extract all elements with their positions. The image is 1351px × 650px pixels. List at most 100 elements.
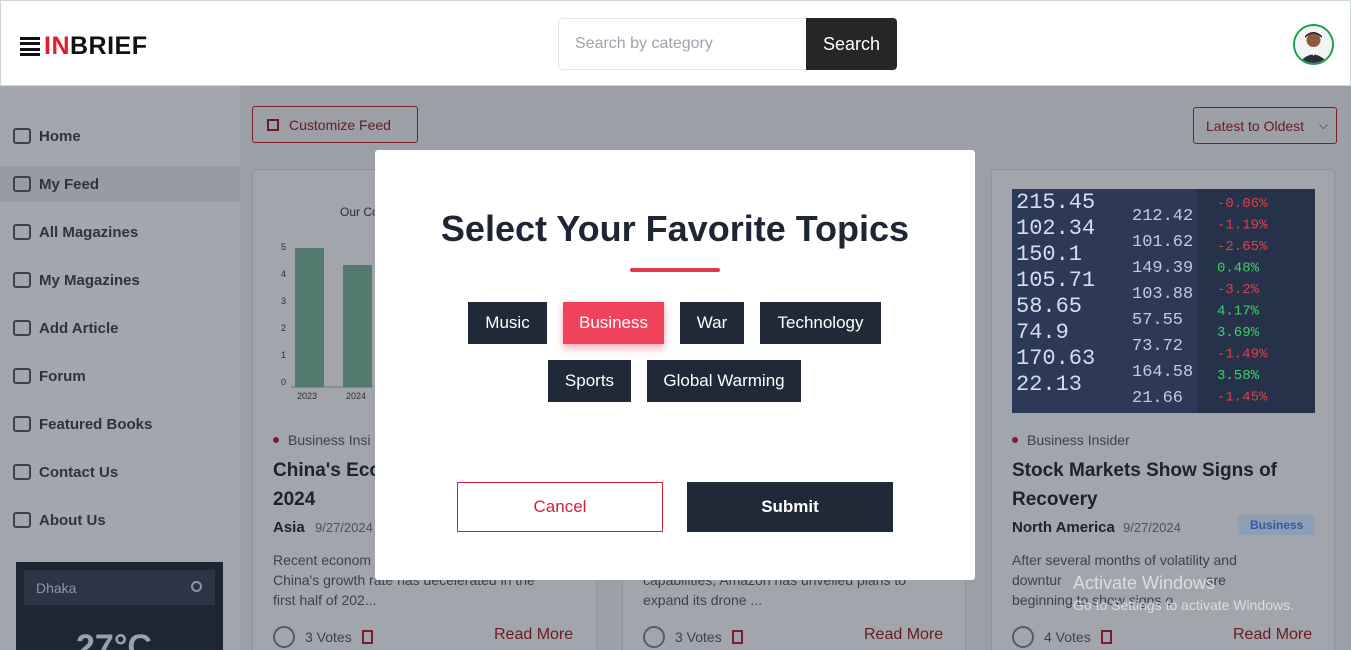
upvote-icon[interactable] (1012, 626, 1034, 648)
article-date: 9/27/2024 (1123, 520, 1181, 535)
ticker-change: 0.48% (1217, 261, 1260, 277)
add-article-icon (13, 320, 31, 336)
temperature: 27°C (76, 628, 152, 650)
cancel-button[interactable]: Cancel (457, 482, 663, 532)
topic-war[interactable]: War (680, 302, 744, 344)
sidebar-item-my-magazines[interactable]: My Magazines (0, 262, 240, 298)
read-more-link[interactable]: Read More (494, 626, 573, 644)
ticker-change: -3.2% (1217, 282, 1260, 298)
logo-bars-icon (20, 36, 40, 57)
phone-icon (13, 464, 31, 480)
upvote-icon[interactable] (273, 626, 295, 648)
ticker-price: 58.65 (1016, 294, 1082, 319)
vote-section: 4 Votes (1012, 626, 1112, 648)
article-date: 9/27/2024 (315, 520, 373, 535)
modal-title: Select Your Favorite Topics (440, 208, 910, 249)
weather-widget: Dhaka 27°C (16, 562, 223, 650)
search-button[interactable]: Search (806, 18, 897, 70)
ticker-price: 164.58 (1132, 363, 1193, 382)
ticker-change: -2.65% (1217, 239, 1268, 255)
windows-activation-hint: Go to Settings to activate Windows. (1073, 597, 1294, 613)
ticker-price: 74.9 (1016, 320, 1069, 345)
x-tick-label: 2024 (346, 391, 366, 401)
ticker-price: 105.71 (1016, 268, 1095, 293)
sidebar-item-about-us[interactable]: About Us (0, 502, 240, 538)
article-source: Business Insider (1012, 432, 1130, 448)
vote-section: 3 Votes (643, 626, 743, 648)
ticker-change: -1.49% (1217, 347, 1268, 363)
ticker-price: 101.62 (1132, 233, 1193, 252)
x-tick-label: 2023 (297, 391, 317, 401)
topic-music[interactable]: Music (468, 302, 547, 344)
sidebar-item-featured-books[interactable]: Featured Books (0, 406, 240, 442)
logo-prefix: IN (44, 32, 70, 60)
magazine-icon (13, 224, 31, 240)
inbrief-logo[interactable]: INBRIEF (20, 32, 148, 61)
article-title[interactable]: China's Eco 2024 (273, 456, 381, 514)
ticker-price: 73.72 (1132, 337, 1183, 356)
weather-city-input[interactable]: Dhaka (24, 570, 215, 605)
ticker-price: 215.45 (1016, 190, 1095, 215)
books-icon (13, 416, 31, 432)
search-input[interactable]: Search by category (558, 18, 806, 70)
tick-label: 4 (281, 269, 286, 279)
sidebar-item-forum[interactable]: Forum (0, 358, 240, 394)
topic-sports[interactable]: Sports (548, 360, 631, 402)
category-badge[interactable]: Business (1238, 515, 1316, 535)
topic-global-warming[interactable]: Global Warming (647, 360, 801, 402)
sidebar: Home My Feed All Magazines My Magazines … (0, 86, 240, 650)
bookmark-icon[interactable] (361, 630, 373, 644)
ticker-price: 57.55 (1132, 311, 1183, 330)
title-underline (630, 268, 720, 272)
chart-bar (295, 248, 324, 387)
tick-label: 3 (281, 296, 286, 306)
customize-feed-button[interactable]: Customize Feed (252, 106, 418, 143)
search-bar: Search by category Search (558, 18, 897, 70)
ticker-price: 22.13 (1016, 372, 1082, 397)
read-more-link[interactable]: Read More (1233, 626, 1312, 644)
read-more-link[interactable]: Read More (864, 626, 943, 644)
ticker-change: 3.69% (1217, 325, 1260, 341)
bookmark-icon[interactable] (1100, 630, 1112, 644)
article-title[interactable]: Stock Markets Show Signs of Recovery (1012, 456, 1277, 514)
ticker-price: 102.34 (1016, 216, 1095, 241)
tick-label: 0 (281, 377, 286, 387)
article-region: North America (1012, 519, 1115, 536)
sidebar-item-all-magazines[interactable]: All Magazines (0, 214, 240, 250)
ticker-change: -0.06% (1217, 196, 1268, 212)
topic-business[interactable]: Business (563, 302, 664, 344)
sidebar-item-home[interactable]: Home (0, 118, 240, 154)
topic-technology[interactable]: Technology (760, 302, 881, 344)
sort-select[interactable]: Latest to Oldest ⌵ (1193, 107, 1337, 144)
ticker-change: -1.19% (1217, 218, 1268, 234)
bookmark-icon[interactable] (731, 630, 743, 644)
ticker-price: 212.42 (1132, 207, 1193, 226)
sidebar-item-contact-us[interactable]: Contact Us (0, 454, 240, 490)
my-magazine-icon (13, 272, 31, 288)
ticker-change: -1.45% (1217, 390, 1268, 406)
feed-icon (13, 176, 31, 192)
vote-section: 3 Votes (273, 626, 373, 648)
search-icon[interactable] (191, 581, 202, 592)
avatar[interactable] (1293, 24, 1334, 65)
submit-button[interactable]: Submit (687, 482, 893, 532)
stock-ticker-image: 215.45 102.34 150.1 105.71 58.65 74.9 170.63 22… (1012, 189, 1315, 413)
sidebar-item-add-article[interactable]: Add Article (0, 310, 240, 346)
home-icon (13, 128, 31, 144)
tick-label: 1 (281, 350, 286, 360)
topic-selection-modal: Select Your Favorite Topics Music Busine… (375, 150, 975, 580)
grid-icon (267, 118, 279, 131)
logo-suffix: BRIEF (70, 32, 148, 60)
tick-label: 2 (281, 323, 286, 333)
ticker-change: 3.58% (1217, 368, 1260, 384)
ticker-price: 170.63 (1016, 346, 1095, 371)
article-region: Asia (273, 519, 305, 536)
ticker-price: 150.1 (1016, 242, 1082, 267)
top-header: INBRIEF Search by category Search (0, 0, 1351, 86)
ticker-price: 149.39 (1132, 259, 1193, 278)
user-icon (13, 512, 31, 528)
tick-label: 5 (281, 242, 286, 252)
article-source: Business Insi (273, 432, 370, 448)
sidebar-item-my-feed[interactable]: My Feed (0, 166, 240, 202)
upvote-icon[interactable] (643, 626, 665, 648)
